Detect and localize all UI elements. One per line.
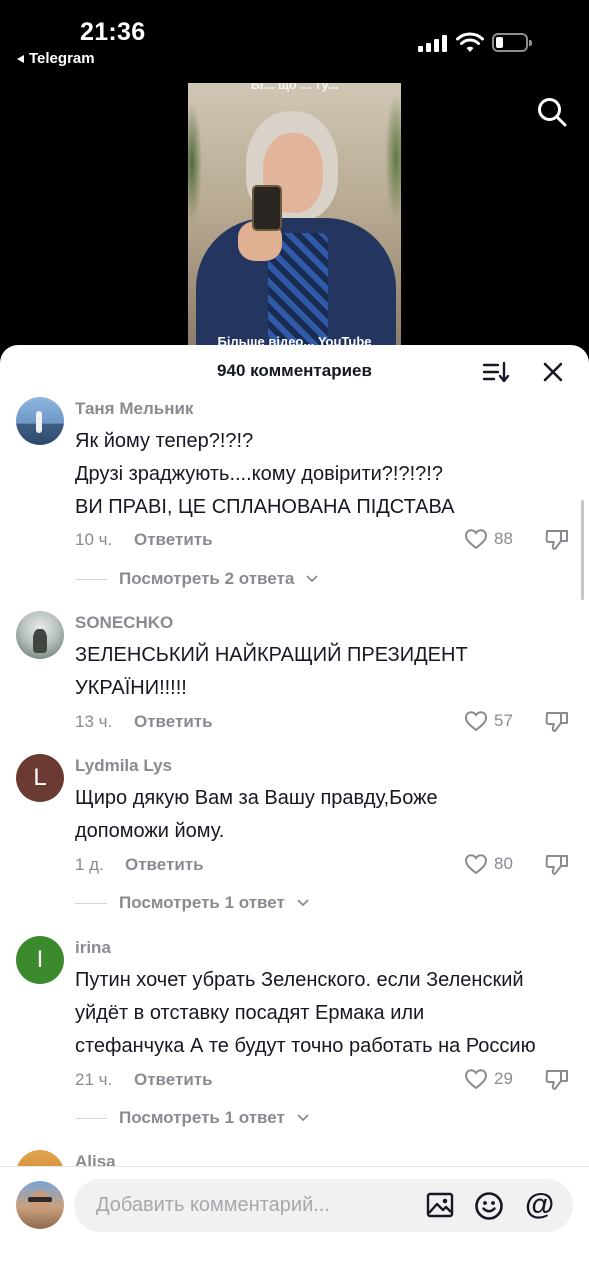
comment-input-bar: Добавить комментарий... @ [0,1166,589,1280]
comment-username[interactable]: SONECHKO [75,613,173,633]
heart-icon [464,711,488,732]
comment-input-placeholder: Добавить комментарий... [96,1194,330,1216]
back-arrow-icon [17,54,24,63]
comment-meta: 13 ч. Ответить [75,712,213,732]
like-button[interactable]: 80 [464,853,513,875]
avatar[interactable] [16,611,64,659]
emoji-icon[interactable] [474,1191,504,1221]
comment-username[interactable]: Lydmila Lys [75,756,172,776]
back-to-telegram-link[interactable]: Telegram [17,50,95,67]
view-replies-button[interactable]: Посмотреть 1 ответ [75,1108,309,1128]
avatar[interactable] [16,397,64,445]
dislike-icon[interactable] [544,1068,570,1092]
cellular-signal-icon [418,34,447,52]
reply-button[interactable]: Ответить [125,855,204,875]
like-count: 88 [494,529,513,548]
heart-icon [464,529,488,550]
comment-text: ЗЕЛЕНСЬКИЙ НАЙКРАЩИЙ ПРЕЗИДЕНТ УКРАЇНИ!!… [75,644,468,699]
chevron-down-icon [306,575,318,583]
battery-icon [492,33,532,52]
scrollbar[interactable] [581,500,584,600]
comment-text: Щиро дякую Вам за Вашу правду,Боже допом… [75,787,438,842]
status-bar: 21:36 Telegram [0,0,589,80]
comment-age: 1 д. [75,855,104,874]
status-time: 21:36 [80,18,146,46]
comment-meta: 10 ч. Ответить [75,530,213,550]
search-icon[interactable] [536,96,568,128]
comment-text: Як йому тепер?!?!? Друзі зраджують....ко… [75,430,455,518]
comment-text: Путин хочет убрать Зеленского. если Зеле… [75,969,536,1057]
dislike-icon[interactable] [544,528,570,552]
heart-icon [464,1069,488,1090]
comment-age: 13 ч. [75,712,113,731]
heart-icon [464,854,488,875]
comment-username[interactable]: irina [75,938,111,958]
chevron-down-icon [297,1114,309,1122]
like-count: 57 [494,711,513,730]
like-button[interactable]: 29 [464,1068,513,1090]
wifi-icon [456,32,484,52]
like-button[interactable]: 57 [464,710,513,732]
comment-input[interactable]: Добавить комментарий... @ [74,1179,573,1232]
comment-meta: 21 ч. Ответить [75,1070,213,1090]
like-button[interactable]: 88 [464,528,513,550]
sort-icon[interactable] [482,360,510,384]
comment-age: 21 ч. [75,1070,113,1089]
reply-button[interactable]: Ответить [134,1070,213,1090]
mention-icon[interactable]: @ [525,1189,555,1221]
reply-button[interactable]: Ответить [134,530,213,550]
dislike-icon[interactable] [544,710,570,734]
comment-age: 10 ч. [75,530,113,549]
reply-button[interactable]: Ответить [134,712,213,732]
chevron-down-icon [297,899,309,907]
like-count: 80 [494,854,513,873]
back-app-label: Telegram [29,50,95,67]
dislike-icon[interactable] [544,853,570,877]
image-icon[interactable] [426,1191,454,1219]
avatar[interactable]: L [16,754,64,802]
video-preview[interactable]: Бі... що ... ту... Більше відео... YouTu… [188,83,401,353]
view-replies-button[interactable]: Посмотреть 1 ответ [75,893,309,913]
comments-sheet: 940 комментариев Таня Мельник Як йому те… [0,345,589,1280]
like-count: 29 [494,1069,513,1088]
video-top-caption: Бі... що ... ту... [250,83,339,92]
comment-meta: 1 д. Ответить [75,855,204,875]
current-user-avatar[interactable] [16,1181,64,1229]
comment-username[interactable]: Таня Мельник [75,399,193,419]
close-icon[interactable] [542,361,564,383]
view-replies-button[interactable]: Посмотреть 2 ответа [75,569,318,589]
avatar[interactable]: I [16,936,64,984]
